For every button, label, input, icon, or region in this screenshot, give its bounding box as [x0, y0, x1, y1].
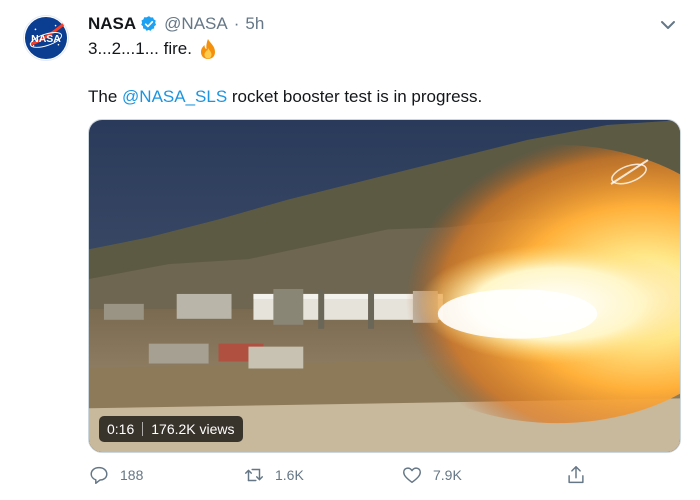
avatar[interactable]: NASA: [23, 15, 69, 61]
retweet-button[interactable]: 1.6K: [243, 464, 304, 486]
badge-divider: [142, 422, 144, 436]
avatar-label: NASA: [31, 33, 61, 45]
share-button[interactable]: [565, 464, 597, 486]
video-thumbnail: [89, 120, 680, 452]
tweet-card[interactable]: NASA NASA @NASA · 5h 3...2...1... fire. …: [0, 0, 700, 500]
author-name[interactable]: NASA: [88, 14, 136, 34]
like-count: 7.9K: [433, 467, 462, 483]
tweet-actions: 188 1.6K 7.9K: [88, 462, 608, 492]
reply-button[interactable]: 188: [88, 464, 143, 486]
heart-icon: [403, 467, 421, 484]
nasa-logo-icon: NASA: [24, 16, 68, 60]
header-separator: ·: [233, 14, 240, 33]
tweet-text-countdown: 3...2...1... fire.: [88, 39, 192, 58]
verified-badge-icon: [140, 15, 158, 33]
like-button[interactable]: 7.9K: [401, 464, 462, 486]
retweet-icon: [245, 468, 263, 482]
tweet-text-suffix: rocket booster test is in progress.: [227, 87, 483, 106]
nasa-watermark-icon: [606, 154, 652, 194]
author-handle[interactable]: @NASA: [164, 14, 228, 34]
fire-emoji-icon: [198, 38, 218, 60]
chevron-down-icon[interactable]: [656, 13, 680, 37]
video-info-badge: 0:16 176.2K views: [99, 416, 243, 442]
share-icon: [568, 466, 584, 484]
reply-icon: [90, 466, 108, 484]
video-player[interactable]: 0:16 176.2K views: [88, 119, 681, 453]
video-duration: 0:16: [107, 421, 135, 437]
retweet-count: 1.6K: [275, 467, 304, 483]
tweet-text-prefix: The: [88, 87, 123, 106]
tweet-header: NASA @NASA · 5h: [88, 12, 264, 36]
reply-count: 188: [120, 467, 144, 483]
mention-link[interactable]: @NASA_SLS: [122, 87, 227, 106]
tweet-text-line2: The @NASA_SLS rocket booster test is in …: [88, 85, 482, 109]
video-views: 176.2K views: [151, 421, 235, 437]
tweet-text-line1: 3...2...1... fire.: [88, 37, 218, 61]
tweet-timestamp[interactable]: 5h: [245, 14, 264, 34]
